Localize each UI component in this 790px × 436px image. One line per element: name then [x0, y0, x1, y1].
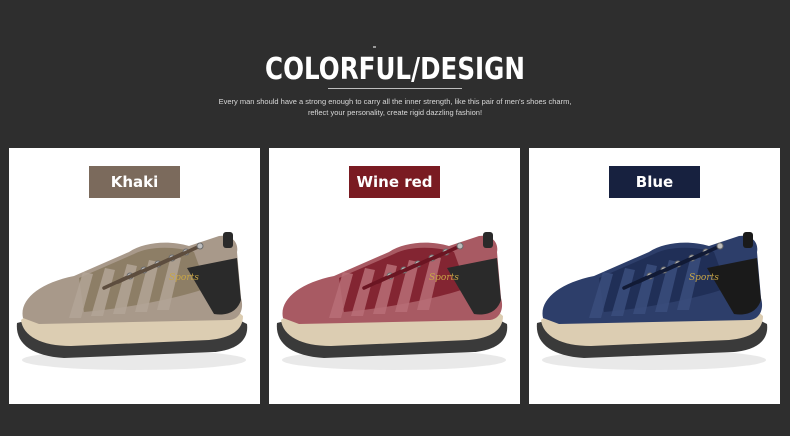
- heel-tab: [483, 232, 493, 248]
- heel-tab: [223, 232, 233, 248]
- color-label-blue: Blue: [609, 166, 700, 198]
- brand-text: Sports: [429, 273, 459, 283]
- eyelet: [196, 242, 204, 250]
- product-card-blue[interactable]: Blue Sports: [529, 148, 780, 404]
- shoe-image-khaki: Sports: [16, 232, 248, 370]
- brand-text: Sports: [169, 273, 199, 283]
- brand-text: Sports: [689, 273, 719, 283]
- shoe-image-wine-red: Sports: [276, 232, 508, 370]
- product-card-wine-red[interactable]: Wine red Sports: [269, 148, 520, 404]
- product-card-khaki[interactable]: Khaki Sports: [9, 148, 260, 404]
- eyelet: [716, 242, 724, 250]
- shoe-image-blue: Sports: [536, 232, 768, 370]
- color-label-khaki: Khaki: [89, 166, 180, 198]
- eyelet: [456, 242, 464, 250]
- heel-tab: [743, 232, 753, 248]
- color-label-wine-red: Wine red: [349, 166, 440, 198]
- page-title: COLORFUL/DESIGN: [265, 52, 525, 87]
- header: COLORFUL/DESIGN Every man should have a …: [0, 0, 790, 140]
- title-underline: [328, 88, 462, 89]
- title-dot: [373, 46, 376, 48]
- subtitle-line-1: Every man should have a strong enough to…: [218, 97, 572, 106]
- subtitle-line-2: reflect your personality, create rigid d…: [307, 108, 483, 117]
